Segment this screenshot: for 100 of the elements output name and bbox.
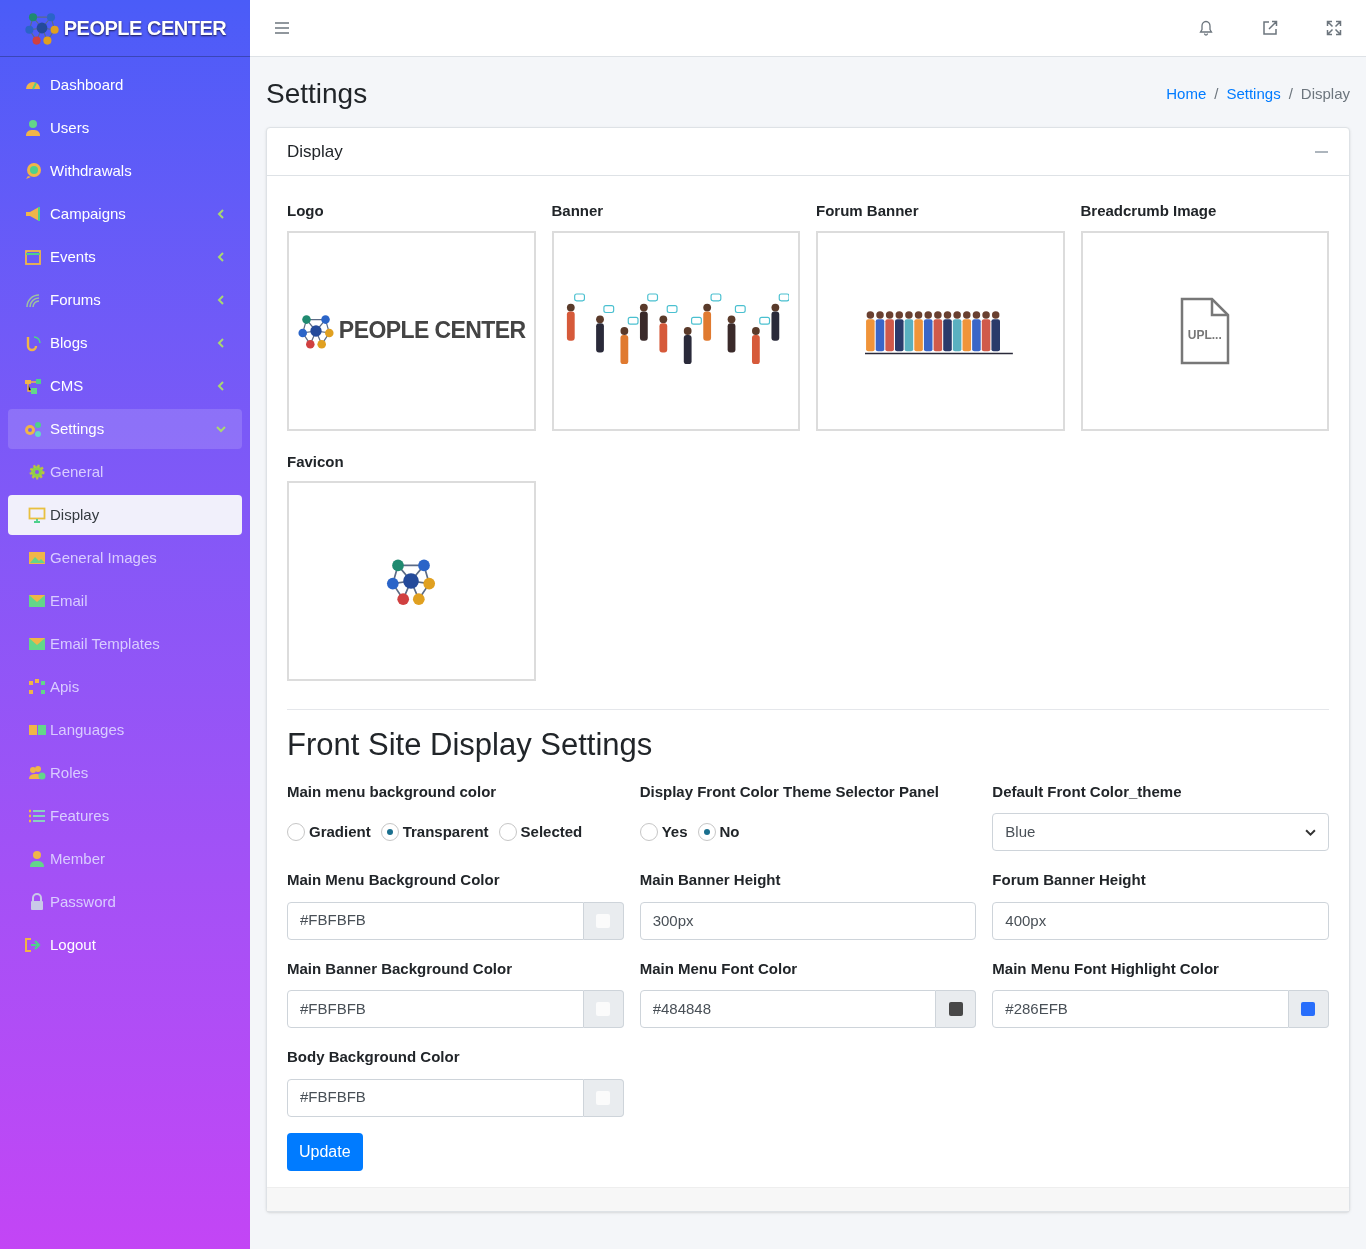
- image-label: Breadcrumb Image: [1080, 201, 1218, 221]
- logo-text: PEOPLE CENTER: [338, 316, 526, 346]
- update-button[interactable]: Update: [287, 1132, 363, 1171]
- brand-name: PEOPLE CENTER: [63, 16, 227, 41]
- nodes-icon: [28, 678, 46, 696]
- field-label: Default Front Color_theme: [992, 781, 1183, 802]
- menu-icon: [274, 21, 290, 35]
- gear-icon: [28, 463, 46, 481]
- field-label: Main Menu Background Color: [287, 870, 501, 890]
- image-label: Forum Banner: [816, 201, 920, 221]
- file-type-text: UPL...: [1187, 326, 1222, 344]
- sidebar-subitem[interactable]: Features: [8, 796, 242, 836]
- radio-option[interactable]: Selected: [498, 820, 583, 844]
- field-label: Main Menu Font Highlight Color: [992, 958, 1220, 979]
- input-field[interactable]: #FBFBFB: [287, 901, 584, 940]
- user-icon: [24, 119, 42, 137]
- sidebar-subitem[interactable]: General Images: [8, 538, 242, 578]
- sidebar-subitem[interactable]: Email: [8, 581, 242, 621]
- field-label: Main Banner Background Color: [287, 958, 514, 979]
- users-gear-icon: [28, 764, 46, 782]
- page-title: Settings: [266, 77, 368, 111]
- fullscreen-icon[interactable]: [1326, 20, 1342, 36]
- image-preview[interactable]: [816, 230, 1065, 431]
- logout-icon: [24, 936, 42, 954]
- sidebar-subitem[interactable]: Apis: [8, 667, 242, 707]
- sidebar-item[interactable]: Dashboard: [8, 65, 242, 105]
- radio-button[interactable]: [697, 823, 716, 841]
- external-link-icon[interactable]: [1262, 20, 1278, 36]
- sidebar-subitem[interactable]: Display: [8, 495, 242, 535]
- feed-icon: [24, 291, 42, 309]
- sidebar-subitem[interactable]: Roles: [8, 753, 242, 793]
- megaphone-icon: [24, 205, 42, 223]
- input-field[interactable]: #484848: [639, 990, 937, 1028]
- field-label: Body Background Color: [287, 1047, 461, 1067]
- lock-icon: [28, 893, 46, 911]
- breadcrumb-link[interactable]: Settings: [1226, 82, 1281, 106]
- envelope-icon: [28, 635, 46, 653]
- radio-option[interactable]: Yes: [639, 820, 688, 844]
- menu-button[interactable]: [274, 21, 290, 35]
- list-icon: [28, 807, 46, 825]
- logo-icon: [23, 10, 60, 46]
- input-field[interactable]: #286EFB: [992, 990, 1289, 1028]
- sidebar-item[interactable]: Events: [8, 237, 242, 277]
- sidebar-item[interactable]: Forums: [8, 280, 242, 320]
- image-icon: [28, 549, 46, 567]
- select-field[interactable]: Blue: [992, 813, 1329, 851]
- sidebar-item[interactable]: CMS: [8, 366, 242, 406]
- radio-option[interactable]: Transparent: [380, 820, 489, 844]
- sidebar-item[interactable]: Settings: [8, 409, 242, 449]
- user-icon: [28, 850, 46, 868]
- sidebar-subitem[interactable]: Email Templates: [8, 624, 242, 664]
- color-picker-button[interactable]: [583, 990, 624, 1028]
- input-field[interactable]: 400px: [992, 901, 1329, 940]
- field-label: Display Front Color Theme Selector Panel: [639, 781, 940, 802]
- radio-button[interactable]: [498, 823, 517, 841]
- image-label: Banner: [551, 201, 605, 221]
- blog-icon: [24, 334, 42, 352]
- image-preview[interactable]: [551, 230, 800, 431]
- sitemap-icon: [24, 377, 42, 395]
- sidebar-item[interactable]: Campaigns: [8, 194, 242, 234]
- sidebar-item[interactable]: Withdrawals: [8, 151, 242, 191]
- radio-button[interactable]: [287, 823, 305, 841]
- color-swatch: [1301, 1002, 1316, 1016]
- color-picker-button[interactable]: [583, 901, 624, 940]
- radio-button[interactable]: [380, 823, 399, 841]
- image-preview[interactable]: UPL...: [1080, 230, 1329, 431]
- input-field[interactable]: #FBFBFB: [287, 1078, 584, 1117]
- radio-option[interactable]: No: [697, 820, 740, 844]
- color-picker-button[interactable]: [583, 1078, 624, 1117]
- breadcrumb-current: Display: [1300, 83, 1350, 104]
- bell-icon[interactable]: [1198, 20, 1214, 36]
- section-title: Front Site Display Settings: [287, 726, 654, 764]
- breadcrumb-link[interactable]: Home: [1166, 82, 1207, 106]
- input-field[interactable]: #FBFBFB: [287, 990, 584, 1028]
- sidebar-item[interactable]: Logout: [8, 925, 242, 965]
- color-picker-button[interactable]: [1289, 990, 1329, 1028]
- field-label: Main Menu Font Color: [639, 958, 799, 979]
- sidebar-subitem[interactable]: Languages: [8, 710, 242, 750]
- image-label: Logo: [287, 201, 325, 221]
- sidebar-item[interactable]: Blogs: [8, 323, 242, 363]
- breadcrumb-separator: /: [1214, 83, 1219, 104]
- field-label: Forum Banner Height: [992, 870, 1147, 890]
- sidebar-subitem[interactable]: Member: [8, 839, 242, 879]
- field-label: Main menu background color: [287, 781, 498, 802]
- sidebar-subitem[interactable]: General: [8, 452, 242, 492]
- input-field[interactable]: 300px: [639, 901, 977, 940]
- breadcrumb-separator: /: [1288, 83, 1293, 104]
- image-label: Favicon: [287, 451, 345, 472]
- sidebar-item[interactable]: Users: [8, 108, 242, 148]
- color-picker-button[interactable]: [936, 990, 977, 1028]
- money-bubble-icon: [24, 162, 42, 180]
- file-icon: [1179, 296, 1230, 365]
- radio-button[interactable]: [639, 823, 658, 841]
- envelope-icon: [28, 592, 46, 610]
- card-title: Display: [287, 140, 343, 163]
- calendar-icon: [24, 248, 42, 266]
- radio-option[interactable]: Gradient: [287, 820, 371, 844]
- image-preview[interactable]: PEOPLE CENTER: [287, 230, 536, 431]
- sidebar-subitem[interactable]: Password: [8, 882, 242, 922]
- color-swatch: [948, 1002, 963, 1016]
